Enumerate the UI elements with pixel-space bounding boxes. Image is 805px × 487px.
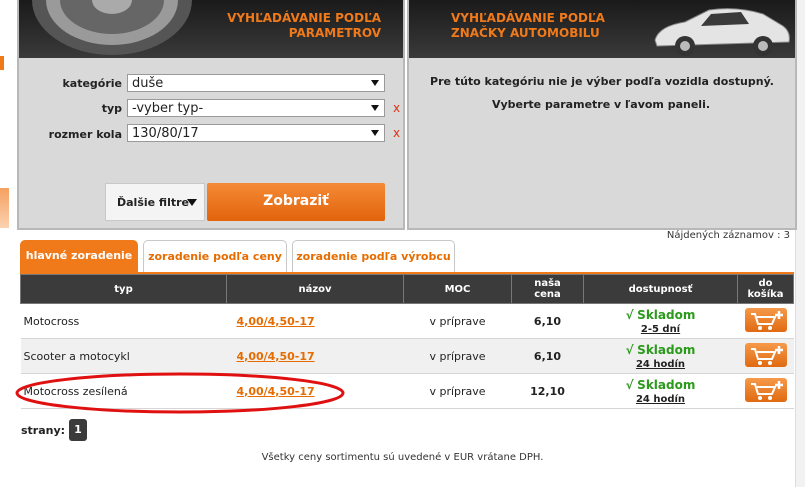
product-link[interactable]: 4,00/4,50-17 <box>237 350 315 363</box>
row-moc: v príprave <box>403 303 512 339</box>
car-brand-search-panel: VYHĽADÁVANIE PODĽA ZNAČKY AUTOMOBILU Pre… <box>407 0 797 230</box>
add-to-cart-button[interactable] <box>744 307 787 332</box>
tab-sort-by-manufacturer[interactable]: zoradenie podľa výrobcu <box>292 240 455 272</box>
triangle-down-icon <box>187 199 197 206</box>
row-availability: √ Skladom 24 hodín <box>583 373 738 409</box>
stock-status: Skladom <box>637 307 696 322</box>
cart-plus-icon <box>750 310 783 330</box>
row-availability: √ Skladom 24 hodín <box>583 338 738 374</box>
price-footnote: Všetky ceny sortimentu sú uvedené v EUR … <box>261 452 544 463</box>
chevron-down-icon <box>371 80 379 86</box>
row-price: 6,10 <box>511 303 584 339</box>
row-cart <box>737 373 794 409</box>
stock-status: Skladom <box>637 377 696 392</box>
row-availability: √ Skladom 2-5 dní <box>583 303 738 339</box>
table-row: Scooter a motocykl 4,00/4,50-17 v prípra… <box>20 338 794 374</box>
tab-sort-by-price[interactable]: zoradenie podľa ceny <box>143 240 287 272</box>
add-to-cart-button[interactable] <box>744 342 787 367</box>
more-filters-button[interactable]: Ďalšie filtre <box>105 183 205 221</box>
tab-main-sort[interactable]: hlavné zoradenie <box>20 240 138 272</box>
product-link[interactable]: 4,00/4,50-17 <box>237 315 315 328</box>
row-cart <box>737 303 794 339</box>
pagination-label: strany: <box>21 424 66 437</box>
cart-plus-icon <box>750 380 783 400</box>
check-icon: √ <box>625 377 634 392</box>
chevron-down-icon <box>371 130 379 136</box>
col-header-availability: dostupnosť <box>583 274 738 304</box>
car-panel-message-2: Vyberte parametre v ľavom paneli. <box>491 98 711 111</box>
row-type: Motocross <box>20 303 227 339</box>
found-records-count: Nájdených záznamov : 3 <box>666 230 790 241</box>
parameter-panel-title: VYHĽADÁVANIE PODĽA PARAMETROV <box>227 11 381 40</box>
add-to-cart-button[interactable] <box>744 377 787 402</box>
col-header-cart: do košíka <box>737 274 794 304</box>
category-label: kategórie <box>62 77 122 90</box>
chevron-down-icon <box>371 105 379 111</box>
delivery-time-link[interactable]: 24 hodín <box>636 394 685 405</box>
highlight-ellipse <box>15 372 345 414</box>
category-select[interactable]: duše <box>127 74 385 92</box>
table-header-row: typ názov MOC naša cena dostupnosť do koší… <box>20 274 794 304</box>
parameter-search-panel: VYHĽADÁVANIE PODĽA PARAMETROV kategórie … <box>17 0 405 230</box>
row-price: 6,10 <box>511 338 584 374</box>
car-panel-header: VYHĽADÁVANIE PODĽA ZNAČKY AUTOMOBILU <box>409 0 795 58</box>
col-header-price: naša cena <box>511 274 584 304</box>
row-moc: v príprave <box>403 373 512 409</box>
car-icon <box>654 8 790 56</box>
clear-wheel-size-icon[interactable]: x <box>393 126 400 140</box>
check-icon: √ <box>625 342 634 357</box>
row-name-cell: 4,00/4,50-17 <box>226 303 404 339</box>
stock-status: Skladom <box>637 342 696 357</box>
col-header-moc: MOC <box>403 274 512 304</box>
col-header-type: typ <box>20 274 227 304</box>
car-panel-message-1: Pre túto kategóriu nie je výber podľa vo… <box>430 75 774 88</box>
wheel-rim-icon <box>32 0 192 55</box>
col-header-name: názov <box>226 274 404 304</box>
row-moc: v príprave <box>403 338 512 374</box>
parameter-panel-header: VYHĽADÁVANIE PODĽA PARAMETROV <box>19 0 403 58</box>
row-cart <box>737 338 794 374</box>
wheel-size-label: rozmer kola <box>48 128 122 141</box>
check-icon: √ <box>625 307 634 322</box>
type-label: typ <box>101 102 122 115</box>
show-results-button[interactable]: Zobraziť <box>207 183 385 221</box>
row-price: 12,10 <box>511 373 584 409</box>
wheel-size-select[interactable]: 130/80/17 <box>127 124 385 142</box>
delivery-time-link[interactable]: 2-5 dní <box>641 324 680 335</box>
car-panel-title: VYHĽADÁVANIE PODĽA ZNAČKY AUTOMOBILU <box>451 11 605 40</box>
delivery-time-link[interactable]: 24 hodín <box>636 359 685 370</box>
row-name-cell: 4,00/4,50-17 <box>226 338 404 374</box>
table-row: Motocross 4,00/4,50-17 v príprave 6,10 √… <box>20 303 794 339</box>
page-1-button[interactable]: 1 <box>69 419 87 441</box>
cart-plus-icon <box>750 345 783 365</box>
row-type: Scooter a motocykl <box>20 338 227 374</box>
clear-type-icon[interactable]: x <box>393 101 400 115</box>
type-select[interactable]: -vyber typ- <box>127 99 385 117</box>
